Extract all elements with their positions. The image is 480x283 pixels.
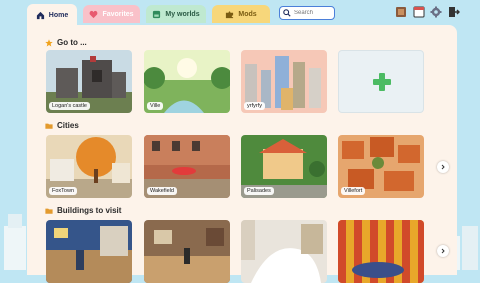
- section-goto-title: Go to ...: [45, 38, 87, 47]
- gear-icon[interactable]: [430, 6, 442, 18]
- card-label: Ville: [147, 102, 164, 110]
- city-card-wakefield[interactable]: Wakefield: [144, 135, 230, 198]
- tab-my-worlds-label: My worlds: [165, 10, 200, 18]
- puzzle-icon: [226, 10, 234, 18]
- tab-my-worlds[interactable]: My worlds: [146, 5, 206, 23]
- folder-icon: [45, 208, 53, 214]
- search-box[interactable]: [279, 6, 335, 20]
- heart-icon: [90, 10, 98, 18]
- search-input[interactable]: [294, 8, 332, 18]
- section-cities-title: Cities: [45, 121, 79, 130]
- tab-mods[interactable]: Mods: [212, 5, 270, 23]
- top-bar: Home Favorites My worlds Mods: [0, 0, 480, 26]
- buildings-next-button[interactable]: [437, 245, 449, 257]
- house-icon: [36, 11, 44, 19]
- journal-icon[interactable]: [395, 6, 407, 18]
- tab-home[interactable]: Home: [27, 4, 77, 26]
- card-label: Villefort: [341, 187, 366, 195]
- card-thumbnail: [241, 220, 327, 283]
- city-card-villefort[interactable]: Villefort: [338, 135, 424, 198]
- plus-icon: [373, 73, 391, 91]
- city-card-foxtown[interactable]: FoxTown: [46, 135, 132, 198]
- goto-card-logans-castle[interactable]: Logan's castle: [46, 50, 132, 113]
- card-thumbnail: [144, 220, 230, 283]
- tab-mods-label: Mods: [238, 10, 257, 18]
- tab-favorites-label: Favorites: [102, 10, 134, 18]
- world-icon: [153, 10, 161, 18]
- main-panel: Go to ... Logan's castle Ville yrfyrfy C…: [27, 25, 457, 283]
- section-buildings-title: Buildings to visit: [45, 206, 121, 215]
- card-label: Logan's castle: [49, 102, 90, 110]
- card-label: Palisades: [244, 187, 274, 195]
- star-icon: [45, 38, 53, 46]
- card-thumbnail: [46, 220, 132, 283]
- card-thumbnail: [338, 220, 424, 283]
- building-card-2[interactable]: [144, 220, 230, 283]
- building-card-4[interactable]: [338, 220, 424, 283]
- goto-card-ville[interactable]: Ville: [144, 50, 230, 113]
- tab-home-label: Home: [48, 11, 69, 19]
- search-icon: [283, 9, 291, 17]
- cities-next-button[interactable]: [437, 161, 449, 173]
- add-card-button[interactable]: [338, 50, 424, 113]
- folder-icon: [45, 123, 53, 129]
- exit-icon[interactable]: [448, 6, 460, 18]
- city-card-palisades[interactable]: Palisades: [241, 135, 327, 198]
- chevron-right-icon: [441, 248, 445, 254]
- chevron-right-icon: [441, 164, 445, 170]
- tab-favorites[interactable]: Favorites: [83, 5, 140, 23]
- goto-card-yrfyrfy[interactable]: yrfyrfy: [241, 50, 327, 113]
- building-card-1[interactable]: [46, 220, 132, 283]
- building-card-3[interactable]: [241, 220, 327, 283]
- card-label: Wakefield: [147, 187, 177, 195]
- card-label: FoxTown: [49, 187, 78, 195]
- card-label: yrfyrfy: [244, 102, 265, 110]
- window-icon[interactable]: [413, 6, 425, 18]
